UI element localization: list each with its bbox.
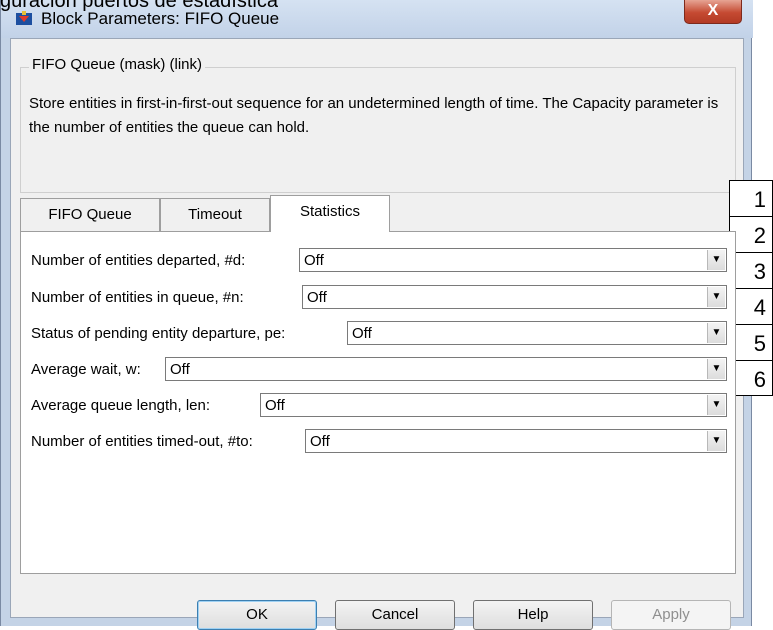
chevron-down-icon[interactable]: ▼ bbox=[707, 250, 725, 270]
chevron-down-icon[interactable]: ▼ bbox=[707, 395, 725, 415]
pending-dropdown[interactable]: Off ▼ bbox=[347, 321, 727, 345]
tab-timeout[interactable]: Timeout bbox=[160, 198, 270, 231]
annotation-number: 2 bbox=[730, 217, 772, 253]
in-queue-value: Off bbox=[307, 289, 327, 306]
avg-wait-dropdown[interactable]: Off ▼ bbox=[165, 357, 727, 381]
chevron-down-icon[interactable]: ▼ bbox=[707, 359, 725, 379]
in-queue-dropdown[interactable]: Off ▼ bbox=[302, 285, 727, 309]
annotation-number: 4 bbox=[730, 289, 772, 325]
chevron-down-icon[interactable]: ▼ bbox=[707, 431, 725, 451]
chevron-down-icon[interactable]: ▼ bbox=[707, 323, 725, 343]
caption-text: guración puertos de estadística bbox=[0, 0, 278, 12]
annotation-number: 3 bbox=[730, 253, 772, 289]
param-row-timed-out: Number of entities timed-out, #to: Off ▼ bbox=[31, 429, 727, 455]
param-row-avg-len: Average queue length, len: Off ▼ bbox=[31, 393, 727, 419]
timed-out-value: Off bbox=[310, 433, 330, 450]
avg-wait-value: Off bbox=[170, 361, 190, 378]
departed-value: Off bbox=[304, 252, 324, 269]
pending-value: Off bbox=[352, 325, 372, 342]
avg-len-value: Off bbox=[265, 397, 285, 414]
mask-description-group: FIFO Queue (mask) (link) Store entities … bbox=[20, 56, 736, 193]
param-row-in-queue: Number of entities in queue, #n: Off ▼ bbox=[31, 285, 727, 311]
param-label-timed-out: Number of entities timed-out, #to: bbox=[31, 433, 253, 450]
param-row-avg-wait: Average wait, w: Off ▼ bbox=[31, 357, 727, 383]
param-label-departed: Number of entities departed, #d: bbox=[31, 252, 246, 269]
tab-statistics[interactable]: Statistics bbox=[270, 195, 390, 232]
annotation-number: 1 bbox=[730, 181, 772, 217]
departed-dropdown[interactable]: Off ▼ bbox=[299, 248, 727, 272]
param-row-departed: Number of entities departed, #d: Off ▼ bbox=[31, 248, 727, 274]
statistics-tab-panel: Number of entities departed, #d: Off ▼ N… bbox=[20, 231, 736, 574]
param-label-in-queue: Number of entities in queue, #n: bbox=[31, 289, 244, 306]
dialog-client-area: FIFO Queue (mask) (link) Store entities … bbox=[10, 38, 744, 630]
mask-title: FIFO Queue (mask) (link) bbox=[29, 56, 206, 73]
mask-description: Store entities in first-in-first-out seq… bbox=[29, 95, 719, 136]
tab-fifo-queue[interactable]: FIFO Queue bbox=[20, 198, 160, 231]
dialog-window: Block Parameters: FIFO Queue X FIFO Queu… bbox=[0, 0, 753, 630]
param-row-pending: Status of pending entity departure, pe: … bbox=[31, 321, 727, 347]
chevron-down-icon[interactable]: ▼ bbox=[707, 287, 725, 307]
param-label-avg-len: Average queue length, len: bbox=[31, 397, 211, 414]
annotation-number: 5 bbox=[730, 325, 772, 361]
param-label-avg-wait: Average wait, w: bbox=[31, 361, 141, 378]
timed-out-dropdown[interactable]: Off ▼ bbox=[305, 429, 727, 453]
close-button[interactable]: X bbox=[684, 0, 742, 24]
param-label-pending: Status of pending entity departure, pe: bbox=[31, 325, 286, 342]
annotation-number: 6 bbox=[753, 367, 766, 392]
avg-len-dropdown[interactable]: Off ▼ bbox=[260, 393, 727, 417]
